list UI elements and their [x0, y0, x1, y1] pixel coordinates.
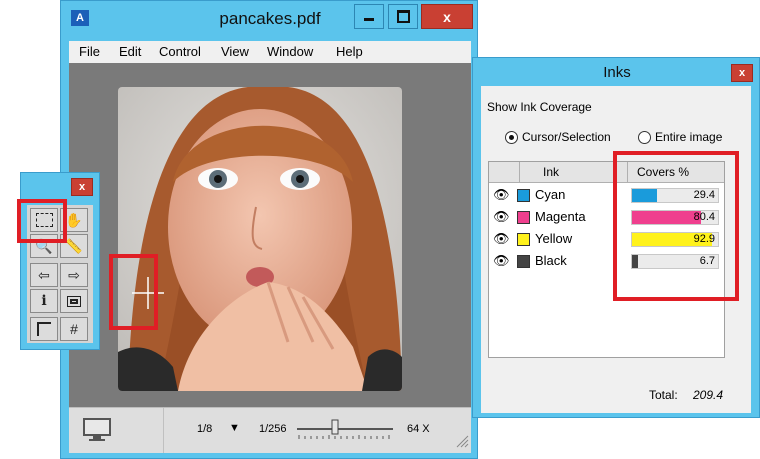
info-icon: i [41, 293, 47, 309]
menu-view[interactable]: View [221, 44, 249, 59]
menu-file[interactable]: File [79, 44, 100, 59]
info-tool[interactable]: i [30, 289, 58, 313]
inks-close-icon: x [738, 67, 746, 79]
menu-help[interactable]: Help [336, 44, 363, 59]
eye-icon[interactable]: 👁 [493, 253, 510, 269]
close-button[interactable]: x [421, 4, 473, 29]
photo-illustration [118, 87, 402, 391]
entire-image-label: Entire image [655, 130, 723, 144]
resize-grip-icon[interactable] [455, 434, 469, 453]
eye-icon[interactable]: 👁 [493, 209, 510, 225]
black-swatch [517, 255, 530, 268]
ruler-icon: 📏 [65, 237, 83, 254]
crosshair-highlight-box [109, 254, 158, 330]
ink-name: Black [535, 253, 567, 268]
zoom-slider[interactable] [295, 419, 395, 441]
monitor-icon[interactable] [83, 418, 111, 447]
ink-name: Yellow [535, 231, 573, 246]
total-label: Total: [649, 388, 678, 402]
slider-track-icon [297, 419, 393, 439]
entire-image-radio[interactable]: Entire image [638, 130, 722, 144]
ink-name: Magenta [535, 209, 586, 224]
slider-max-label: 64 X [407, 423, 430, 435]
ink-column-header[interactable]: Ink [543, 165, 559, 179]
eye-icon[interactable]: 👁 [493, 231, 510, 247]
status-divider [163, 408, 164, 453]
cyan-swatch [517, 189, 530, 202]
grid-tool[interactable]: # [60, 317, 88, 341]
minimize-button[interactable] [354, 4, 384, 29]
corner-tool[interactable] [30, 317, 58, 341]
menu-window[interactable]: Window [267, 44, 313, 59]
minimize-icon [364, 18, 374, 21]
covers-highlight-box [613, 151, 739, 301]
menu-bar: File Edit Control View Window Help [69, 41, 471, 63]
hand-icon: ✋ [65, 211, 83, 228]
slider-min-label: 1/256 [259, 423, 287, 435]
corner-icon [37, 322, 51, 336]
photo-image[interactable] [118, 87, 402, 391]
tools-close-icon: x [78, 181, 86, 193]
status-bar: 1/8 ▼ 1/256 64 X [69, 407, 471, 453]
eye-icon[interactable]: 👁 [493, 187, 510, 203]
previous-tool[interactable]: ⇦ [30, 263, 58, 287]
cursor-selection-label: Cursor/Selection [522, 130, 611, 144]
frame-icon [67, 295, 81, 307]
header-divider [519, 162, 520, 182]
zoom-level: 1/8 [197, 423, 213, 435]
inks-close-button[interactable]: x [731, 64, 753, 82]
yellow-swatch [517, 233, 530, 246]
total-value: 209.4 [693, 388, 724, 402]
radio-selected-icon [505, 130, 518, 144]
frame-tool[interactable] [60, 289, 88, 313]
arrow-left-icon: ⇦ [38, 266, 50, 283]
magenta-swatch [517, 211, 530, 224]
radio-unselected-icon [638, 130, 651, 144]
zoom-dropdown-icon[interactable]: ▼ [229, 422, 240, 434]
maximize-button[interactable] [388, 4, 418, 29]
cursor-selection-radio[interactable]: Cursor/Selection [505, 130, 611, 144]
maximize-icon [396, 10, 410, 23]
show-ink-coverage-label: Show Ink Coverage [487, 100, 592, 114]
tools-close-button[interactable]: x [71, 178, 93, 196]
menu-edit[interactable]: Edit [119, 44, 141, 59]
tool-highlight-box [17, 199, 67, 243]
menu-control[interactable]: Control [159, 44, 201, 59]
close-icon: x [443, 8, 451, 25]
next-tool[interactable]: ⇨ [60, 263, 88, 287]
grid-icon: # [70, 321, 78, 337]
ink-name: Cyan [535, 187, 566, 202]
main-window: A pancakes.pdf x File Edit Control View … [60, 0, 478, 459]
arrow-right-icon: ⇨ [68, 266, 80, 283]
inks-title: Inks [603, 64, 631, 81]
